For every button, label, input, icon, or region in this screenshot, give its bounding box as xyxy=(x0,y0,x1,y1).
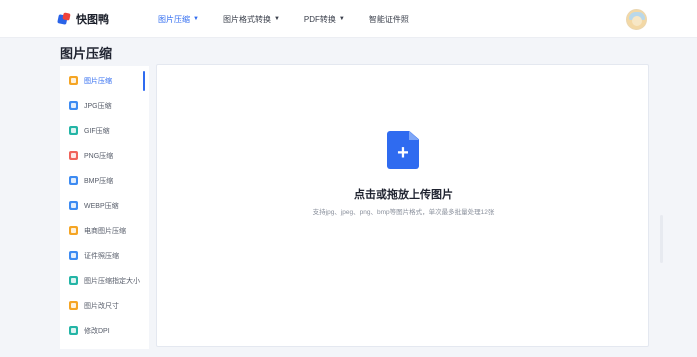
sidebar-item-label: 电商图片压缩 xyxy=(84,227,126,235)
sidebar-item-label: 修改DPI xyxy=(84,327,110,335)
sidebar: 图片压缩 JPG压缩 GIF压缩 PNG压缩 BMP压缩 WEBP压缩 电商图片… xyxy=(60,66,149,349)
sidebar-item-webp[interactable]: WEBP压缩 xyxy=(60,193,149,218)
sidebar-item-label: 图片改尺寸 xyxy=(84,302,119,310)
upload-dropzone[interactable]: + 点击或拖放上传图片 支持jpg、jpeg、png、bmp等图片格式，单次最多… xyxy=(156,64,649,347)
nav-item-image-compress[interactable]: 图片压缩 ▼ xyxy=(158,14,199,25)
active-indicator xyxy=(143,71,145,91)
png-icon xyxy=(69,151,78,160)
sidebar-item-label: 图片压缩 xyxy=(84,77,112,85)
nav-item-label: 智能证件照 xyxy=(368,14,409,24)
sidebar-item-label: 图片压缩指定大小 xyxy=(84,277,140,285)
sidebar-item-label: GIF压缩 xyxy=(84,127,110,135)
sidebar-item-label: BMP压缩 xyxy=(84,177,114,185)
sidebar-item-bmp[interactable]: BMP压缩 xyxy=(60,168,149,193)
sidebar-item-image-compress[interactable]: 图片压缩 xyxy=(60,68,149,93)
gif-icon xyxy=(69,126,78,135)
webp-icon xyxy=(69,201,78,210)
sidebar-item-gif[interactable]: GIF压缩 xyxy=(60,118,149,143)
upload-hint: 支持jpg、jpeg、png、bmp等图片格式，单次最多批量处理12张 xyxy=(312,209,495,216)
chevron-down-icon: ▼ xyxy=(273,16,280,22)
resize-icon xyxy=(69,301,78,310)
sidebar-item-ecommerce[interactable]: 电商图片压缩 xyxy=(60,218,149,243)
logo[interactable]: 快图鸭 xyxy=(57,11,109,27)
target-size-icon xyxy=(69,276,78,285)
nav-item-label: 图片格式转换 xyxy=(222,14,271,24)
sidebar-item-target-size[interactable]: 图片压缩指定大小 xyxy=(60,268,149,293)
sidebar-item-label: WEBP压缩 xyxy=(84,202,119,210)
sidebar-item-label: JPG压缩 xyxy=(84,102,112,110)
image-compress-icon xyxy=(69,76,78,85)
sidebar-item-label: PNG压缩 xyxy=(84,152,114,160)
sidebar-item-resize[interactable]: 图片改尺寸 xyxy=(60,293,149,318)
logo-icon xyxy=(57,11,71,26)
nav-item-label: 图片压缩 xyxy=(158,14,190,24)
plus-icon: + xyxy=(397,142,409,164)
page-title: 图片压缩 xyxy=(60,46,113,61)
jpg-icon xyxy=(69,101,78,110)
bmp-icon xyxy=(69,176,78,185)
sidebar-item-id-photo[interactable]: 证件照压缩 xyxy=(60,243,149,268)
upload-title: 点击或拖放上传图片 xyxy=(354,189,453,201)
nav-item-label: PDF转换 xyxy=(303,14,336,24)
ecommerce-icon xyxy=(69,226,78,235)
sidebar-item-label: 证件照压缩 xyxy=(84,252,119,260)
scrollbar[interactable] xyxy=(660,215,663,263)
logo-text: 快图鸭 xyxy=(76,14,109,26)
avatar[interactable] xyxy=(626,9,647,30)
nav-item-format-convert[interactable]: 图片格式转换 ▼ xyxy=(223,14,280,25)
nav-item-pdf-convert[interactable]: PDF转换 ▼ xyxy=(304,14,345,25)
sidebar-item-png[interactable]: PNG压缩 xyxy=(60,143,149,168)
chevron-down-icon: ▼ xyxy=(338,16,345,22)
nav-item-id-photo[interactable]: 智能证件照 xyxy=(369,14,409,25)
chevron-down-icon: ▼ xyxy=(193,16,199,22)
sidebar-item-dpi[interactable]: 修改DPI xyxy=(60,318,149,343)
sidebar-item-jpg[interactable]: JPG压缩 xyxy=(60,93,149,118)
dpi-icon xyxy=(69,326,78,335)
id-photo-icon xyxy=(69,251,78,260)
main-nav: 图片压缩 ▼ 图片格式转换 ▼ PDF转换 ▼ 智能证件照 xyxy=(158,0,433,38)
top-navigation-bar: 快图鸭 图片压缩 ▼ 图片格式转换 ▼ PDF转换 ▼ 智能证件照 xyxy=(0,0,697,38)
